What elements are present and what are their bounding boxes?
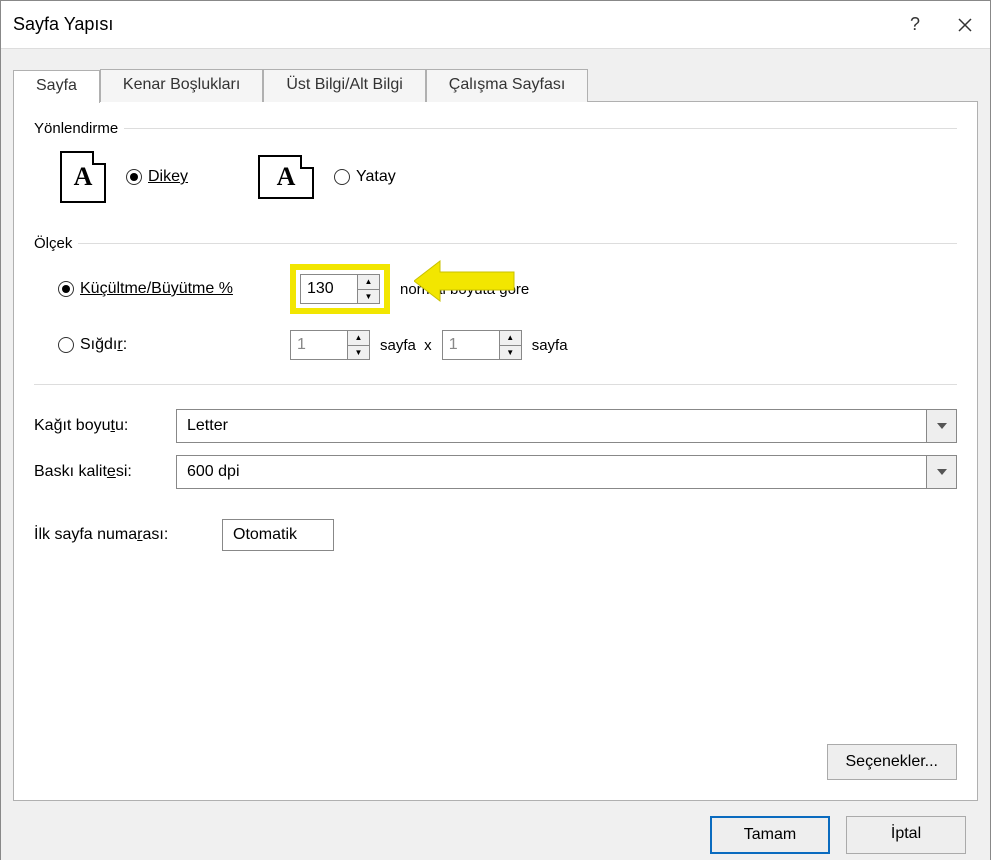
scaling-fit-row: Sığdır: ▲ ▼ sayfa x ▲ — [34, 324, 957, 366]
radio-dot-icon — [58, 281, 74, 297]
tab-margins[interactable]: Kenar Boşlukları — [100, 69, 263, 102]
spinner-up-button[interactable]: ▲ — [500, 331, 521, 346]
scaling-adjust-label: Küçültme/Büyütme % — [80, 280, 233, 298]
scaling-heading: Ölçek — [34, 235, 957, 252]
page-setup-dialog: Sayfa Yapısı ? Sayfa Kenar Boşlukları Üs… — [0, 0, 991, 860]
dialog-title: Sayfa Yapısı — [13, 14, 890, 35]
paper-size-value: Letter — [177, 410, 926, 442]
print-quality-row: Baskı kalitesi: 600 dpi — [34, 449, 957, 495]
spinner-up-button[interactable]: ▲ — [348, 331, 369, 346]
fit-tall-input[interactable] — [443, 331, 499, 359]
orientation-options: A Dikey A Yatay — [34, 143, 957, 221]
orientation-portrait-label: Dikey — [148, 168, 188, 186]
close-button[interactable] — [940, 1, 990, 49]
scaling-adjust-suffix: normal boyuta göre — [400, 281, 529, 298]
radio-dot-icon — [58, 337, 74, 353]
highlight-callout: ▲ ▼ — [290, 264, 390, 314]
options-row: Seçenekler... — [827, 744, 958, 780]
paper-size-combo[interactable]: Letter — [176, 409, 957, 443]
scaling-heading-label: Ölçek — [34, 235, 72, 252]
fit-suffix: sayfa — [532, 337, 568, 354]
orientation-heading: Yönlendirme — [34, 120, 957, 137]
adjust-percent-input[interactable] — [301, 275, 357, 303]
first-page-no-row: İlk sayfa numarası: — [34, 513, 957, 557]
ok-button[interactable]: Tamam — [710, 816, 830, 854]
paper-size-row: Kağıt boyutu: Letter — [34, 403, 957, 449]
tab-header-footer[interactable]: Üst Bilgi/Alt Bilgi — [263, 69, 425, 102]
portrait-page-icon: A — [60, 151, 106, 203]
close-icon — [958, 18, 972, 32]
spinner-down-button[interactable]: ▼ — [500, 346, 521, 360]
fit-tall-spinner[interactable]: ▲ ▼ — [442, 330, 522, 360]
tab-page[interactable]: Sayfa — [13, 70, 100, 103]
orientation-portrait-radio[interactable]: Dikey — [126, 168, 188, 186]
scaling-fit-radio[interactable]: Sığdır: — [58, 336, 127, 354]
orientation-heading-label: Yönlendirme — [34, 120, 118, 137]
divider-line — [34, 384, 957, 385]
adjust-percent-spinner[interactable]: ▲ ▼ — [300, 274, 380, 304]
tab-panel-page: Yönlendirme A Dikey A Yatay — [13, 101, 978, 801]
orientation-landscape-radio[interactable]: Yatay — [334, 168, 396, 186]
divider-line — [78, 243, 957, 244]
print-quality-combo[interactable]: 600 dpi — [176, 455, 957, 489]
print-quality-label: Baskı kalitesi: — [34, 463, 166, 481]
print-quality-value: 600 dpi — [177, 456, 926, 488]
scaling-adjust-row: Küçültme/Büyütme % ▲ ▼ normal boyuta gör… — [34, 258, 957, 320]
orientation-landscape-label: Yatay — [356, 168, 396, 186]
help-button[interactable]: ? — [890, 1, 940, 49]
options-button[interactable]: Seçenekler... — [827, 744, 958, 780]
fit-wide-input[interactable] — [291, 331, 347, 359]
titlebar: Sayfa Yapısı ? — [1, 1, 990, 49]
paper-size-dropdown-button[interactable] — [926, 410, 956, 442]
radio-dot-icon — [126, 169, 142, 185]
dialog-body: Sayfa Kenar Boşlukları Üst Bilgi/Alt Bil… — [1, 49, 990, 860]
chevron-down-icon — [937, 469, 947, 475]
tab-sheet[interactable]: Çalışma Sayfası — [426, 69, 588, 102]
paper-size-label: Kağıt boyutu: — [34, 417, 166, 435]
landscape-page-icon: A — [258, 155, 314, 199]
cancel-button[interactable]: İptal — [846, 816, 966, 854]
spinner-up-button[interactable]: ▲ — [358, 275, 379, 290]
scaling-fit-label: Sığdır: — [80, 336, 127, 354]
dialog-actions: Tamam İptal — [13, 802, 978, 860]
divider-line — [124, 128, 957, 129]
fit-mid-word: sayfa x — [380, 337, 432, 354]
spinner-down-button[interactable]: ▼ — [358, 290, 379, 304]
first-page-no-label: İlk sayfa numarası: — [34, 526, 212, 544]
print-quality-dropdown-button[interactable] — [926, 456, 956, 488]
scaling-adjust-radio[interactable]: Küçültme/Büyütme % — [58, 280, 233, 298]
fit-wide-spinner[interactable]: ▲ ▼ — [290, 330, 370, 360]
first-page-no-input[interactable] — [222, 519, 334, 551]
radio-dot-icon — [334, 169, 350, 185]
spinner-down-button[interactable]: ▼ — [348, 346, 369, 360]
chevron-down-icon — [937, 423, 947, 429]
tab-strip: Sayfa Kenar Boşlukları Üst Bilgi/Alt Bil… — [13, 69, 978, 102]
